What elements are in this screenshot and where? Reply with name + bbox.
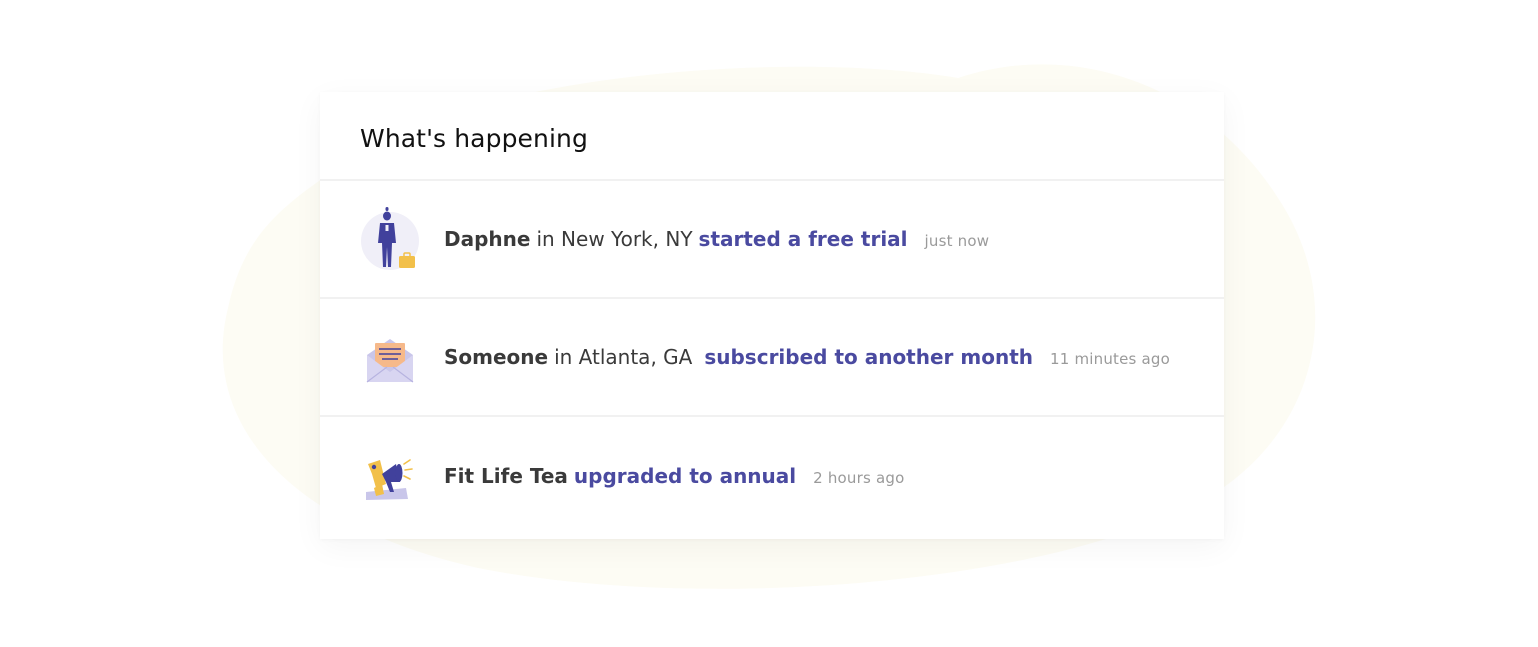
feed-item-text: Someone in Atlanta, GA subscribed to ano… bbox=[444, 345, 1170, 369]
person-with-briefcase-icon bbox=[360, 207, 420, 271]
list-item: Daphne in New York, NY started a free tr… bbox=[320, 181, 1224, 299]
feed-item-action: subscribed to another month bbox=[704, 345, 1033, 369]
megaphone-icon bbox=[360, 444, 420, 508]
card-title: What's happening bbox=[360, 124, 588, 153]
card-header: What's happening bbox=[320, 92, 1224, 181]
list-item: Fit Life Tea upgraded to annual 2 hours … bbox=[320, 417, 1224, 535]
feed-item-action: started a free trial bbox=[698, 227, 908, 251]
feed-item-name: Fit Life Tea bbox=[444, 464, 568, 488]
envelope-letter-icon bbox=[360, 325, 420, 389]
feed-item-location: in Atlanta, GA bbox=[554, 345, 693, 369]
feed-item-location: in New York, NY bbox=[536, 227, 693, 251]
list-item: Someone in Atlanta, GA subscribed to ano… bbox=[320, 299, 1224, 417]
activity-feed-card: What's happening Daphne in New York, NY … bbox=[320, 92, 1224, 539]
feed-item-action: upgraded to annual bbox=[573, 464, 797, 488]
feed-item-name: Daphne bbox=[444, 227, 531, 251]
feed-item-time: just now bbox=[924, 232, 990, 250]
feed-item-text: Fit Life Tea upgraded to annual 2 hours … bbox=[444, 464, 904, 488]
feed-item-text: Daphne in New York, NY started a free tr… bbox=[444, 227, 989, 251]
feed-item-name: Someone bbox=[444, 345, 549, 369]
feed-item-time: 2 hours ago bbox=[813, 469, 905, 487]
feed-item-time: 11 minutes ago bbox=[1050, 350, 1171, 368]
